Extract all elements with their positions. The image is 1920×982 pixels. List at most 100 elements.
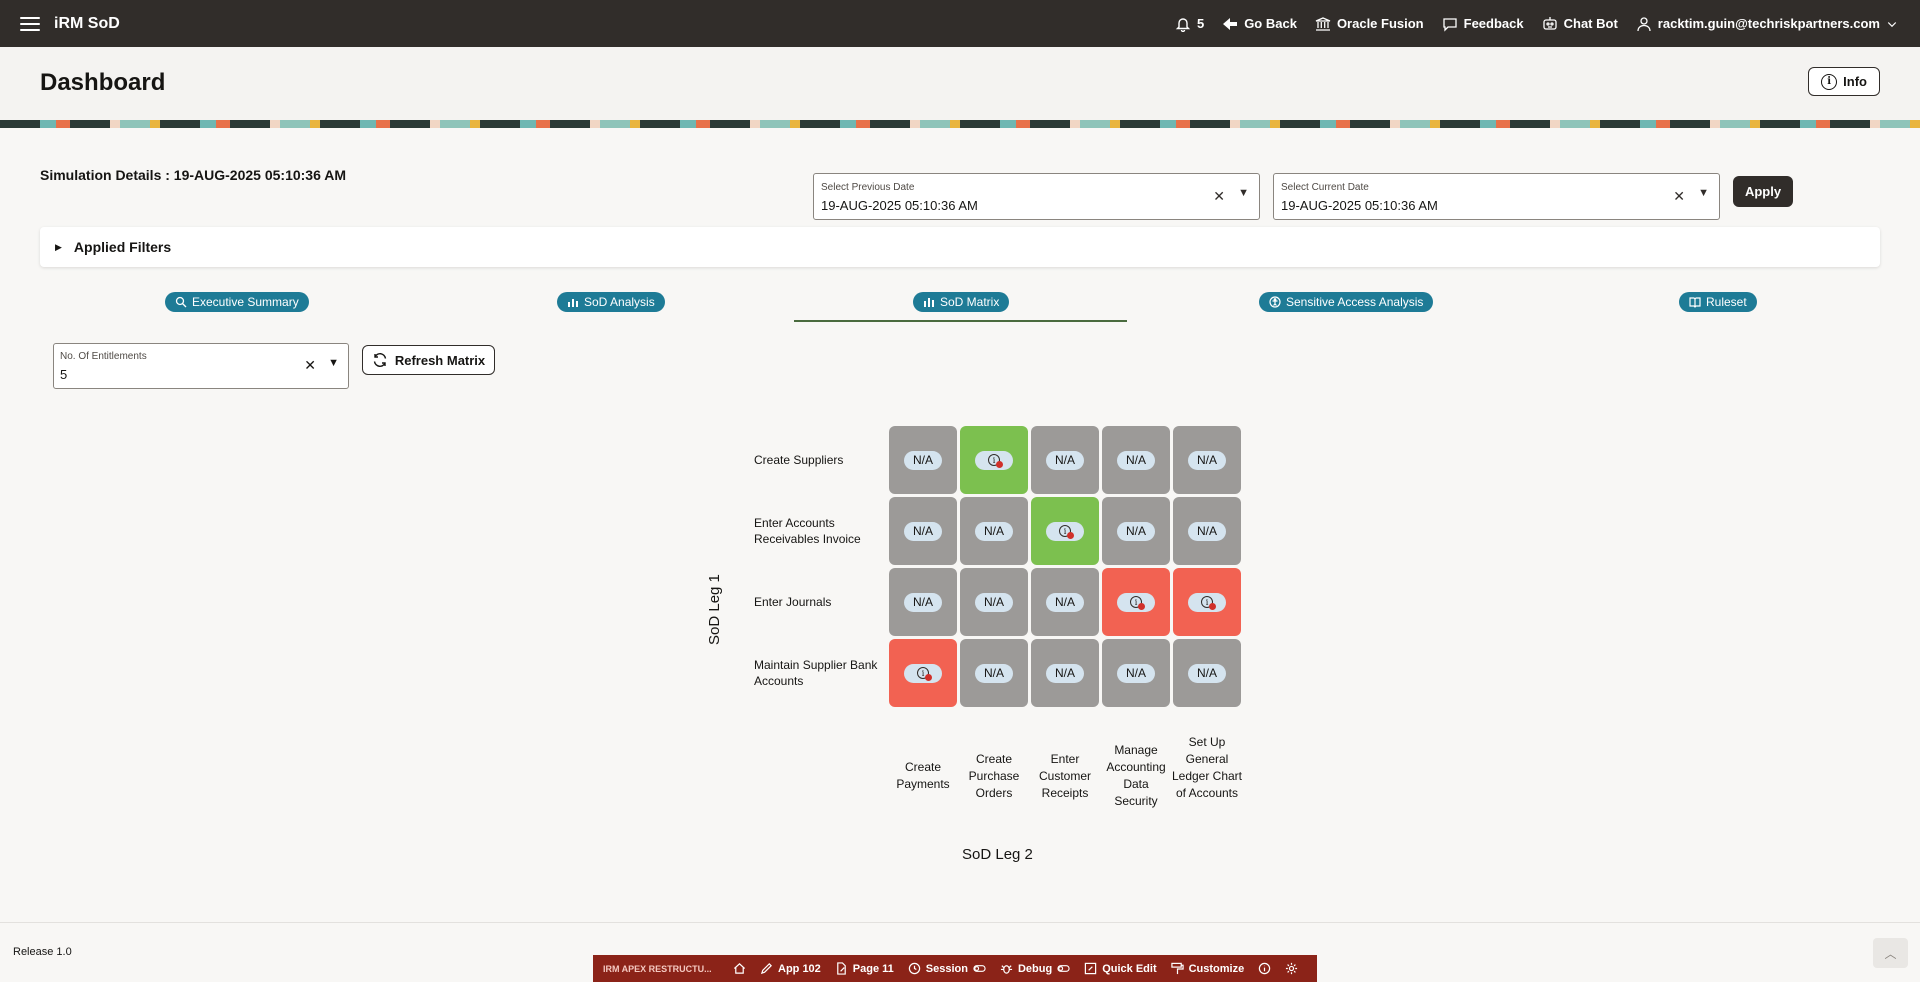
devbar-info-button[interactable] (1258, 962, 1271, 975)
matrix-cell-na[interactable]: N/A (889, 426, 957, 494)
previous-date-value[interactable]: 19-AUG-2025 05:10:36 AM (821, 198, 978, 213)
matrix-cell-na[interactable]: N/A (1102, 426, 1170, 494)
y-axis-label: SoD Leg 1 (706, 574, 723, 645)
chevron-down-icon[interactable]: ▼ (328, 357, 339, 369)
matrix-cell-na[interactable]: N/A (889, 568, 957, 636)
devbar-settings-button[interactable] (1285, 962, 1298, 975)
matrix-column-label: Enter Customer Receipts (1038, 751, 1091, 800)
devbar-quick-edit-button[interactable]: Quick Edit (1084, 962, 1157, 975)
info-button[interactable]: i Info (1808, 67, 1880, 96)
refresh-matrix-label: Refresh Matrix (394, 352, 486, 368)
current-date-select[interactable]: Select Current Date 19-AUG-2025 05:10:36… (1273, 173, 1720, 220)
matrix-cell-na[interactable]: N/A (1173, 497, 1241, 565)
chevron-down-icon[interactable]: ▼ (1238, 187, 1249, 199)
matrix-cell-na[interactable]: N/A (1102, 497, 1170, 565)
na-badge: N/A (904, 521, 942, 541)
expand-triangle-icon[interactable]: ▶ (55, 242, 62, 253)
tab-sod-analysis[interactable]: SoD Analysis (557, 292, 665, 312)
decorative-banner (0, 120, 1920, 128)
chevron-down-icon[interactable]: ▼ (1698, 187, 1709, 199)
info-alert-icon: i (1201, 596, 1216, 610)
tab-executive-summary[interactable]: Executive Summary (165, 292, 309, 312)
go-back-label: Go Back (1244, 16, 1297, 31)
devbar-session-label: Session (925, 962, 968, 975)
na-badge: N/A (904, 450, 942, 470)
go-back-button[interactable]: Go Back (1222, 16, 1297, 32)
entitlements-value[interactable]: 5 (60, 367, 67, 382)
matrix-cell-na[interactable]: N/A (1173, 639, 1241, 707)
devbar-debug-button[interactable]: Debug (1000, 962, 1070, 975)
chat-bot-button[interactable]: Chat Bot (1542, 16, 1618, 32)
chevron-down-icon (1887, 21, 1897, 27)
tab-label: SoD Matrix (940, 295, 1000, 309)
session-icon (908, 962, 920, 975)
matrix-cell-na[interactable]: N/A (1031, 426, 1099, 494)
matrix-cell-conflict[interactable]: i (1031, 497, 1099, 565)
previous-date-label: Select Previous Date (821, 182, 915, 193)
matrix-cell-conflict[interactable]: i (1173, 568, 1241, 636)
apply-button[interactable]: Apply (1733, 176, 1793, 207)
clear-icon[interactable]: ✕ (1213, 188, 1225, 205)
conflict-info-badge[interactable]: i (904, 663, 942, 683)
matrix-cell-na[interactable]: N/A (1173, 426, 1241, 494)
conflict-info-badge[interactable]: i (1117, 592, 1155, 612)
feedback-button[interactable]: Feedback (1442, 16, 1524, 32)
user-icon (1637, 16, 1651, 31)
hamburger-menu-icon[interactable] (20, 16, 40, 31)
refresh-matrix-button[interactable]: Refresh Matrix (362, 345, 495, 375)
chat-bubble-icon (1442, 17, 1457, 32)
devbar-session-button[interactable]: Session (908, 962, 986, 975)
devbar-page-button[interactable]: Page 11 (835, 962, 894, 975)
release-version: Release 1.0 (13, 946, 72, 958)
entitlements-select[interactable]: No. Of Entitlements 5 ✕ ▼ (53, 343, 349, 389)
oracle-fusion-button[interactable]: Oracle Fusion (1315, 16, 1424, 32)
conflict-info-badge[interactable]: i (975, 450, 1013, 470)
devbar-app-button[interactable]: App 102 (760, 962, 821, 975)
active-tab-indicator (794, 320, 1127, 322)
current-date-value[interactable]: 19-AUG-2025 05:10:36 AM (1281, 198, 1438, 213)
tab-sensitive-access-analysis[interactable]: Sensitive Access Analysis (1259, 292, 1434, 312)
applied-filters-label[interactable]: Applied Filters (74, 239, 171, 255)
matrix-cell-na[interactable]: N/A (960, 497, 1028, 565)
devbar-customize-button[interactable]: Customize (1170, 962, 1244, 975)
clear-icon[interactable]: ✕ (1673, 188, 1685, 205)
matrix-cell-na[interactable]: N/A (1031, 568, 1099, 636)
toggle-icon (973, 965, 986, 972)
conflict-info-badge[interactable]: i (1188, 592, 1226, 612)
matrix-cell-na[interactable]: N/A (889, 497, 957, 565)
info-alert-icon: i (1059, 525, 1074, 539)
matrix-cell-na[interactable]: N/A (960, 568, 1028, 636)
x-axis-label: SoD Leg 2 (962, 846, 1033, 863)
matrix-cell-na[interactable]: N/A (1102, 639, 1170, 707)
matrix-cell-na[interactable]: N/A (960, 639, 1028, 707)
page-edit-icon (836, 962, 846, 975)
previous-date-select[interactable]: Select Previous Date 19-AUG-2025 05:10:3… (813, 173, 1260, 220)
page-title-bar: Dashboard i Info (0, 47, 1920, 120)
app-title[interactable]: iRM SoD (54, 15, 120, 33)
info-alert-icon: i (988, 454, 1003, 468)
matrix-cell-conflict[interactable]: i (960, 426, 1028, 494)
toggle-icon (1057, 965, 1070, 972)
tab-ruleset[interactable]: Ruleset (1679, 292, 1757, 312)
bank-icon (1315, 16, 1331, 31)
na-badge: N/A (1117, 450, 1155, 470)
clear-icon[interactable]: ✕ (304, 357, 316, 374)
devbar-app-name[interactable]: IRM APEX RESTRUCTU... (593, 964, 719, 974)
na-badge: N/A (1117, 663, 1155, 683)
arrow-left-icon (1223, 17, 1238, 30)
applied-filters-panel[interactable]: ▶ Applied Filters (40, 227, 1880, 267)
home-icon (733, 963, 746, 974)
matrix-cell-conflict[interactable]: i (889, 639, 957, 707)
conflict-info-badge[interactable]: i (1046, 521, 1084, 541)
matrix-cell-na[interactable]: N/A (1031, 639, 1099, 707)
alert-dot-icon (1067, 532, 1074, 539)
current-date-label: Select Current Date (1281, 182, 1369, 193)
matrix-column-label: Create Payments (896, 760, 950, 791)
devbar-home-button[interactable] (733, 962, 746, 975)
user-menu-button[interactable]: racktim.guin@techriskpartners.com (1636, 16, 1898, 32)
scroll-to-top-button[interactable]: ︿ (1873, 938, 1908, 968)
notifications-button[interactable]: 5 (1175, 16, 1204, 32)
tab-sod-matrix[interactable]: SoD Matrix (913, 292, 1010, 312)
tab-label: SoD Analysis (584, 295, 655, 309)
matrix-cell-conflict[interactable]: i (1102, 568, 1170, 636)
